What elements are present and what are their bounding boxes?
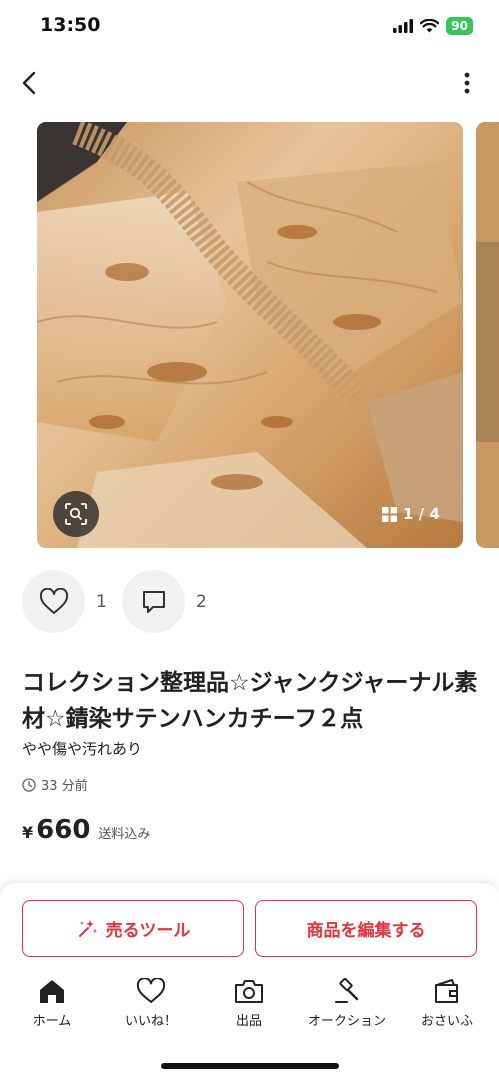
grid-icon: [382, 506, 397, 522]
comment-count: 2: [196, 591, 207, 612]
tab-auction-label: オークション: [307, 1014, 386, 1029]
heart-icon: [39, 588, 68, 614]
engagement-row: 1 2: [22, 570, 222, 633]
sell-tool-label: 売るツール: [105, 921, 191, 941]
tab-home[interactable]: ホーム: [2, 978, 102, 1029]
image-counter: 1 / 4: [403, 505, 440, 523]
sell-tool-button[interactable]: 売るツール: [22, 900, 244, 957]
image-search-button[interactable]: [53, 491, 99, 537]
tab-likes[interactable]: いいね！: [101, 978, 201, 1029]
product-condition: やや傷や汚れあり: [22, 740, 143, 758]
bottom-action-panel: 売るツール 商品を編集する ホーム いいね！ 出品 オークション おさいふ: [0, 883, 499, 1080]
battery-icon: 90: [446, 17, 473, 35]
shipping-label: 送料込み: [98, 827, 151, 842]
image-page-indicator: 1 / 4: [382, 505, 440, 523]
like-count: 1: [96, 591, 107, 612]
posted-time-label: 33 分前: [41, 779, 88, 794]
posted-time: 33 分前: [22, 775, 88, 794]
tab-bar: ホーム いいね！ 出品 オークション おさいふ: [0, 978, 499, 1038]
product-title: コレクション整理品☆ジャンクジャーナル素材☆錆染サテンハンカチーフ２点: [22, 670, 478, 732]
tab-home-label: ホーム: [32, 1014, 72, 1029]
scan-search-icon: [65, 503, 87, 525]
next-photo: [476, 122, 499, 548]
tab-wallet-label: おさいふ: [420, 1014, 473, 1029]
battery-level: 90: [451, 19, 468, 33]
status-time: 13:50: [40, 14, 101, 36]
heart-icon: [136, 978, 166, 1003]
comment-icon: [142, 590, 165, 613]
home-indicator: [161, 1063, 339, 1069]
more-options-button[interactable]: [457, 66, 477, 100]
product-photo: [37, 122, 463, 548]
clock-icon: [22, 777, 36, 792]
camera-icon: [235, 980, 263, 1003]
gavel-icon: [335, 978, 359, 1003]
tab-sell-label: 出品: [235, 1014, 262, 1029]
currency-symbol: ¥: [22, 823, 34, 842]
nav-header: [0, 56, 499, 112]
chevron-left-icon: [22, 71, 36, 95]
more-vertical-icon: [464, 72, 470, 94]
back-button[interactable]: [14, 66, 44, 100]
like-button[interactable]: [22, 570, 85, 633]
tab-sell[interactable]: 出品: [199, 978, 299, 1029]
status-bar: 13:50 90: [0, 0, 499, 56]
tab-auction[interactable]: オークション: [297, 978, 397, 1029]
price: 660: [36, 815, 91, 845]
product-image[interactable]: [37, 122, 463, 548]
signal-icon: [393, 19, 414, 33]
comment-button[interactable]: [122, 570, 185, 633]
sparkle-icon: [78, 919, 97, 937]
tab-wallet[interactable]: おさいふ: [397, 978, 497, 1029]
tab-likes-label: いいね！: [124, 1014, 177, 1029]
wifi-icon: [420, 19, 440, 33]
edit-product-button[interactable]: 商品を編集する: [255, 900, 477, 957]
home-icon: [40, 980, 64, 1003]
wallet-icon: [435, 979, 458, 1003]
price-row: ¥ 660 送料込み: [22, 815, 150, 845]
edit-product-label: 商品を編集する: [306, 921, 426, 941]
next-image-preview[interactable]: [476, 122, 499, 548]
status-icons: 90: [393, 17, 473, 35]
